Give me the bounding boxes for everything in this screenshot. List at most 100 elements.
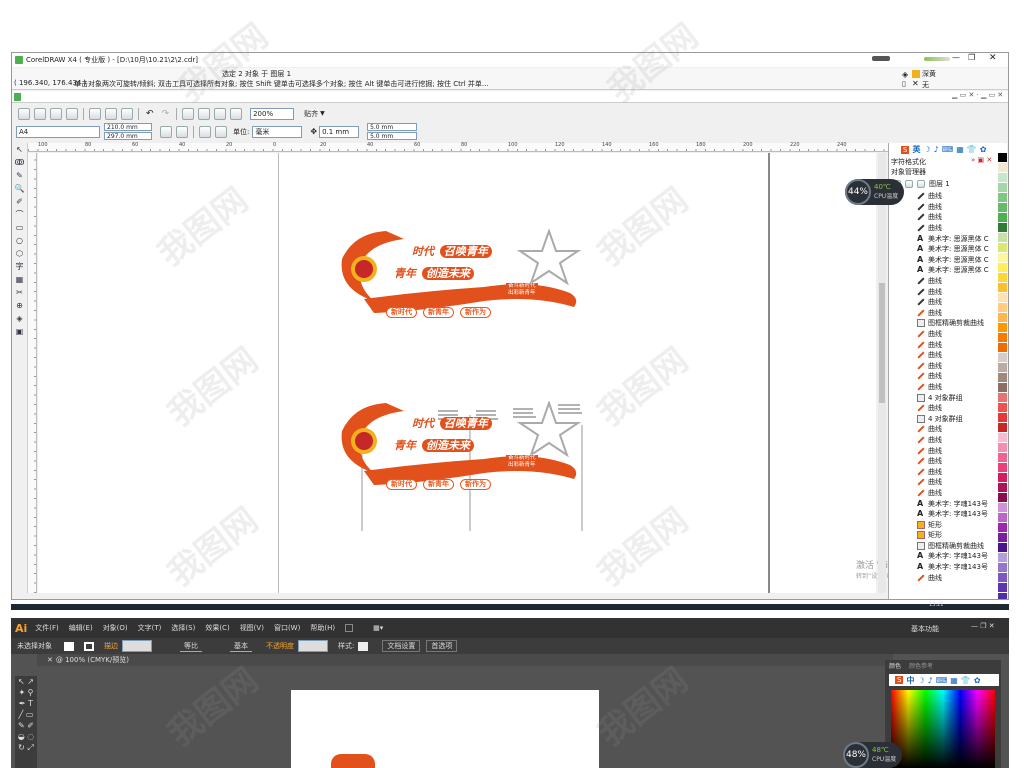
save-button[interactable] [50, 107, 62, 120]
list-item[interactable]: A 美术字: 字魂143号 [917, 551, 997, 562]
scrollbar-thumb[interactable] [879, 283, 885, 403]
tool-icon[interactable]: ✐ [13, 196, 27, 208]
tool-icon[interactable]: 🔍 [13, 183, 27, 195]
close-button[interactable]: ✕ [989, 53, 997, 63]
landscape-button[interactable] [176, 125, 188, 138]
palette-swatch[interactable] [998, 413, 1007, 423]
list-item[interactable]: 图框精确剪裁曲线 [917, 541, 997, 552]
color-spectrum[interactable] [891, 690, 995, 768]
stroke-weight-input[interactable]: 1 pt [122, 640, 152, 652]
palette-swatch[interactable] [998, 523, 1007, 533]
canvas[interactable]: 时代 召唤青年 青年 创造未来 奋斗新时代出彩新青年 新时代 新青年 新作为 [38, 153, 939, 593]
layer-options-button[interactable] [917, 180, 925, 188]
artwork-top[interactable]: 时代 召唤青年 青年 创造未来 奋斗新时代 出彩新青年 新时代 新青年 新作为 [334, 229, 584, 319]
menu-edit[interactable]: 编辑(E) [69, 623, 93, 633]
redo-icon[interactable]: ↷ [162, 109, 170, 119]
palette-swatch[interactable] [998, 303, 1007, 313]
list-item[interactable]: 矩形 [917, 530, 997, 541]
list-item[interactable]: 图框精确剪裁曲线 [917, 318, 997, 329]
list-item[interactable]: 曲线 [917, 477, 997, 488]
ime-mic-icon[interactable]: ♪ [928, 676, 933, 685]
ai-window-controls[interactable]: — ❐ ✕ [971, 622, 995, 630]
duplicate-y-input[interactable]: 5.0 mm [367, 132, 418, 140]
list-item[interactable]: 曲线 [917, 202, 997, 213]
ime-mic-icon[interactable]: ♪ [934, 145, 939, 154]
list-item[interactable]: 曲线 [917, 435, 997, 446]
arrange-icon[interactable]: ▦▾ [373, 624, 383, 632]
palette-swatch[interactable] [998, 393, 1007, 403]
palette-swatch[interactable] [998, 213, 1007, 223]
palette-swatch[interactable] [998, 313, 1007, 323]
docker-tab-objects[interactable]: 对象管理器 [891, 167, 926, 177]
palette-swatch[interactable] [998, 543, 1007, 553]
undo-icon[interactable]: ↶ [146, 109, 154, 119]
palette-swatch[interactable] [998, 493, 1007, 503]
palette-swatch[interactable] [998, 533, 1007, 543]
palette-swatch[interactable] [998, 223, 1007, 233]
menu-help[interactable]: 帮助(H) [310, 623, 335, 633]
palette-swatch[interactable] [998, 443, 1007, 453]
export-button[interactable] [198, 107, 211, 120]
tool-icon[interactable]: ✎ [13, 170, 27, 182]
color-tab[interactable]: 颜色 [889, 661, 901, 670]
tool-icon[interactable]: ◈ [13, 313, 27, 325]
list-item[interactable]: 曲线 [917, 212, 997, 223]
tool-icon[interactable]: 字 [13, 261, 27, 273]
palette-swatch[interactable] [998, 273, 1007, 283]
palette-swatch[interactable] [998, 353, 1007, 363]
portrait-button[interactable] [160, 125, 172, 138]
restore-button[interactable]: ❐ [968, 53, 975, 62]
list-item[interactable]: A 美术字: 思源黑体 C [917, 233, 997, 244]
palette-swatch[interactable] [998, 163, 1007, 173]
palette-swatch[interactable] [998, 173, 1007, 183]
tool-icon[interactable]: ▦ [13, 274, 27, 286]
palette-swatch[interactable] [998, 193, 1007, 203]
list-item[interactable]: 曲线 [917, 350, 997, 361]
palette-swatch[interactable] [998, 243, 1007, 253]
list-item[interactable]: 曲线 [917, 276, 997, 287]
paper-select[interactable]: A4 [16, 125, 100, 138]
layer-edit-button[interactable] [905, 180, 913, 188]
list-item[interactable]: A 美术字: 字魂143号 [917, 562, 997, 573]
ai-doc-tab[interactable]: ✕ @ 100% (CMYK/预览) [37, 654, 893, 666]
new-button[interactable] [18, 107, 30, 120]
unit-select[interactable]: 毫米 [252, 125, 303, 138]
palette-swatch[interactable] [998, 583, 1007, 593]
snap-label[interactable]: 贴齐 [304, 109, 318, 119]
ime-moon-icon[interactable]: ☽ [917, 676, 924, 685]
paste-button[interactable] [121, 107, 133, 120]
palette-swatch[interactable] [998, 233, 1007, 243]
bridge-icon[interactable] [345, 624, 354, 632]
palette-swatch[interactable] [998, 203, 1007, 213]
chevron-down-icon[interactable]: ▼ [320, 110, 325, 117]
blob-tool-icon[interactable]: ◒ ◌ [15, 731, 37, 742]
list-item[interactable]: 曲线 [917, 456, 997, 467]
all-pages-button[interactable] [199, 125, 211, 138]
ime-lang[interactable]: 英 [912, 144, 920, 155]
style-swatch[interactable] [358, 641, 369, 651]
page-width-input[interactable]: 210.0 mm [104, 123, 152, 131]
cut-button[interactable] [89, 107, 101, 120]
workspace-select[interactable]: 基本功能 [911, 624, 939, 634]
list-item[interactable]: 4 对象群组 [917, 413, 997, 424]
list-item[interactable]: 曲线 [917, 286, 997, 297]
ime-lang[interactable]: 中 [906, 675, 914, 686]
vertical-scrollbar[interactable] [878, 153, 886, 593]
menu-type[interactable]: 文字(T) [138, 623, 162, 633]
line-tool-icon[interactable]: ╱ ▭ [15, 709, 37, 720]
color-guide-tab[interactable]: 颜色参考 [909, 661, 933, 670]
print-button[interactable] [66, 107, 78, 120]
rotate-tool-icon[interactable]: ↻ ⤢ [15, 742, 37, 753]
brush-select[interactable]: 基本 [230, 641, 252, 652]
list-item[interactable]: A 美术字: 思源黑体 C [917, 265, 997, 276]
list-item[interactable]: 曲线 [917, 339, 997, 350]
menu-window[interactable]: 窗口(W) [274, 623, 300, 633]
stroke-swatch[interactable] [84, 641, 94, 651]
palette-swatch[interactable] [998, 573, 1007, 583]
ime-settings-icon[interactable]: ✿ [974, 676, 981, 685]
list-item[interactable]: 曲线 [917, 445, 997, 456]
palette-swatch[interactable] [998, 433, 1007, 443]
list-item[interactable]: 4 对象群组 [917, 392, 997, 403]
list-item[interactable]: 曲线 [917, 488, 997, 499]
tool-icon[interactable]: ⌒ [13, 209, 27, 221]
